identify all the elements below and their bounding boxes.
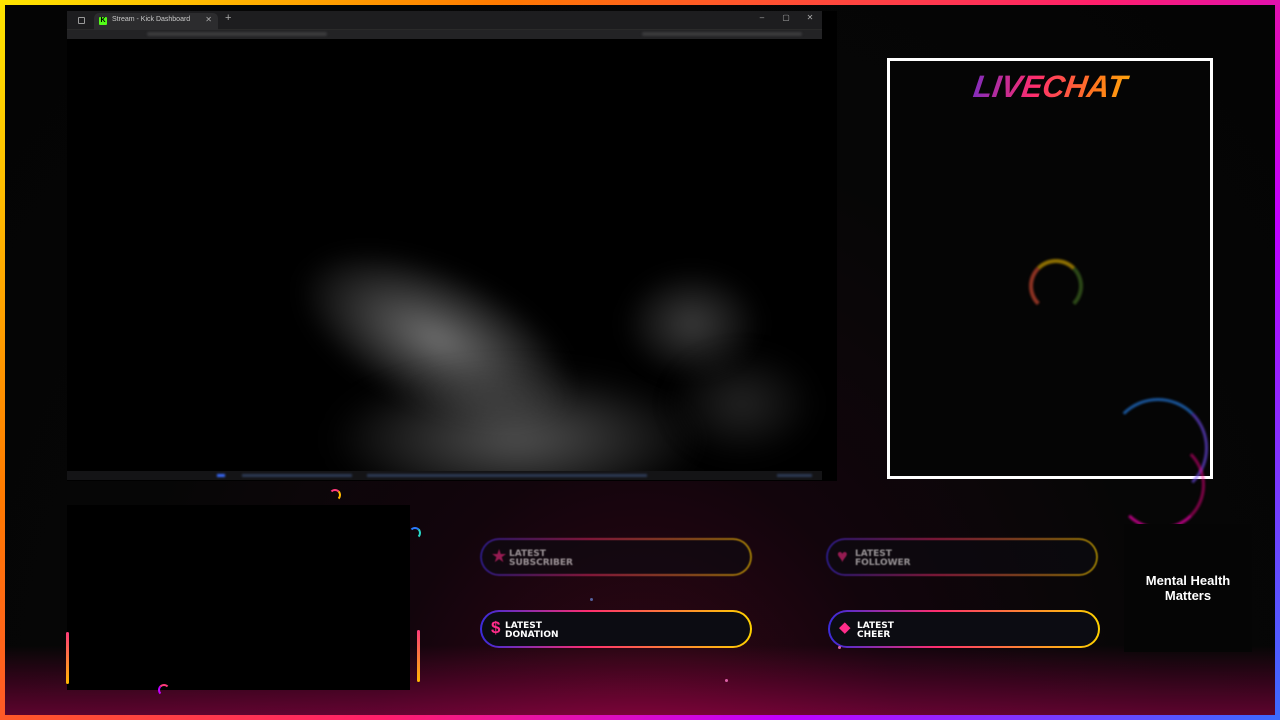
dollar-icon: $ bbox=[491, 618, 501, 637]
taskbar-search[interactable] bbox=[242, 474, 352, 477]
close-window-button[interactable]: ✕ bbox=[802, 13, 818, 22]
browser-viewport bbox=[67, 39, 837, 471]
latest-follower-label: LATEST FOLLOWER bbox=[855, 549, 911, 568]
latest-donation-label: LATEST DONATION bbox=[505, 621, 559, 640]
new-tab-icon[interactable]: + bbox=[225, 12, 231, 24]
webcam-accent-right bbox=[417, 630, 420, 682]
minimize-button[interactable]: – bbox=[754, 13, 770, 22]
browser-window-capture: K Stream - Kick Dashboard ✕ + – ▢ ✕ bbox=[67, 11, 837, 481]
mental-health-text: Mental Health Matters bbox=[1145, 573, 1231, 603]
webcam-accent-left bbox=[66, 632, 69, 684]
browser-toolbar bbox=[642, 32, 802, 36]
sparkle bbox=[725, 679, 728, 682]
latest-subscriber-label: LATEST SUBSCRIBER bbox=[509, 549, 573, 568]
blurred-content bbox=[667, 349, 817, 459]
latest-follower-widget: ♥ LATEST FOLLOWER bbox=[826, 538, 1098, 576]
tab-title: Stream - Kick Dashboard bbox=[112, 16, 191, 23]
os-taskbar bbox=[67, 471, 822, 480]
taskbar-apps[interactable] bbox=[367, 474, 647, 477]
sparkle bbox=[590, 598, 593, 601]
diamond-icon: ◆ bbox=[839, 619, 851, 636]
maximize-button[interactable]: ▢ bbox=[778, 13, 794, 22]
sparkle bbox=[838, 646, 841, 649]
mental-health-box: Mental Health Matters bbox=[1124, 524, 1252, 652]
decorative-ring-small bbox=[329, 489, 341, 501]
webcam-frame bbox=[67, 505, 410, 690]
heart-icon: ♥ bbox=[837, 546, 848, 566]
browser-tab-bar: K Stream - Kick Dashboard ✕ + – ▢ ✕ bbox=[67, 11, 822, 30]
browser-tab[interactable]: K Stream - Kick Dashboard ✕ bbox=[94, 13, 218, 30]
url-field[interactable] bbox=[147, 32, 327, 36]
tab-actions-icon[interactable] bbox=[78, 17, 85, 24]
taskbar-clock bbox=[777, 474, 812, 477]
decorative-ring-small bbox=[409, 527, 421, 539]
latest-subscriber-widget: ★ LATEST SUBSCRIBER bbox=[480, 538, 752, 576]
blurred-content bbox=[327, 369, 707, 471]
tab-close-icon[interactable]: ✕ bbox=[205, 15, 212, 24]
latest-cheer-widget: ◆ LATEST CHEER bbox=[828, 610, 1100, 648]
kick-favicon-icon: K bbox=[99, 17, 107, 25]
latest-cheer-label: LATEST CHEER bbox=[857, 621, 894, 640]
loading-spinner-icon bbox=[1029, 259, 1083, 313]
decorative-ring bbox=[1115, 440, 1205, 530]
livechat-title: LIVECHAT bbox=[887, 69, 1212, 105]
address-bar[interactable] bbox=[67, 30, 822, 39]
star-icon: ★ bbox=[491, 546, 508, 566]
decorative-ring-small bbox=[158, 684, 170, 696]
latest-donation-widget: $ LATEST DONATION bbox=[480, 610, 752, 648]
taskbar-icon[interactable] bbox=[217, 474, 225, 477]
